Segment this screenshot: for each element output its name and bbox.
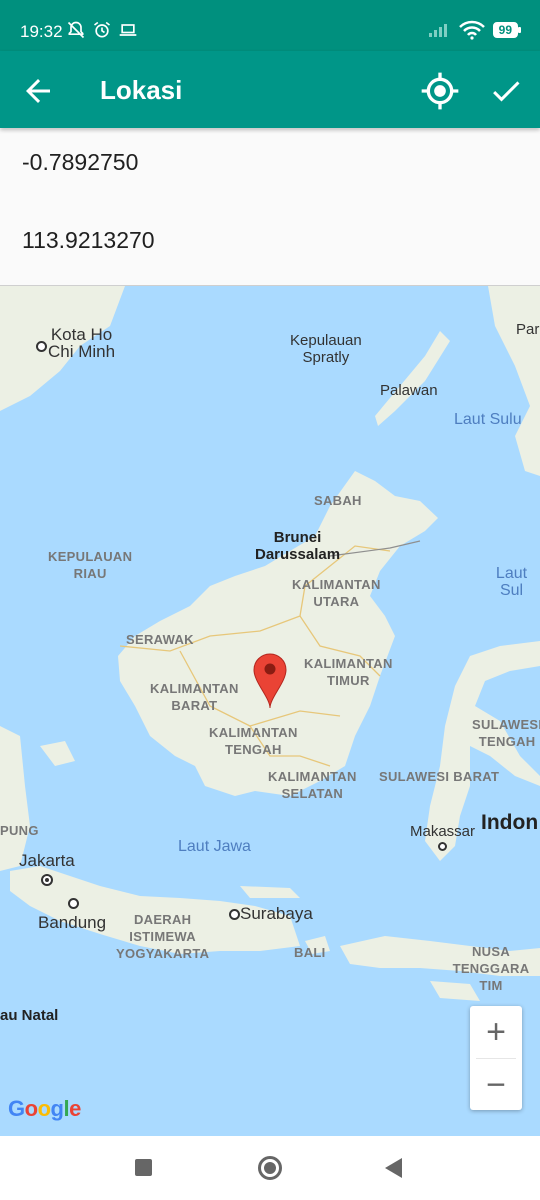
land-bangka <box>40 741 75 766</box>
label-laut-jawa: Laut Jawa <box>178 838 251 855</box>
label-laut-sulu-2: Laut Sul <box>495 565 528 599</box>
label-kalimantan-timur: KALIMANTAN TIMUR <box>304 656 393 688</box>
label-serawak: SERAWAK <box>126 632 194 647</box>
label-par: Par <box>516 321 540 338</box>
city-marker <box>438 842 447 851</box>
label-kalimantan-barat: KALIMANTAN BARAT <box>150 681 239 713</box>
longitude-field <box>0 207 540 286</box>
label-bali: BALI <box>294 945 326 960</box>
label-surabaya: Surabaya <box>240 904 313 923</box>
label-ho-chi-minh: Kota Ho Chi Minh <box>48 325 116 361</box>
back-button[interactable] <box>20 73 56 109</box>
my-location-button[interactable] <box>420 71 460 111</box>
label-sulawesi-tengah: SULAWESI TENGAH <box>472 717 540 749</box>
system-nav-bar <box>0 1136 540 1200</box>
land-madura <box>240 886 300 898</box>
label-pung: PUNG <box>0 823 39 838</box>
battery-level: 99 <box>498 23 512 37</box>
label-indonesia: Indon <box>481 811 539 834</box>
land-sumatra <box>0 726 30 871</box>
land-philippines <box>488 286 540 476</box>
zoom-control: + − <box>470 1006 522 1110</box>
label-bandung: Bandung <box>38 913 107 932</box>
label-makassar: Makassar <box>410 823 476 840</box>
label-kalimantan-utara: KALIMANTAN UTARA <box>292 577 381 609</box>
label-kalimantan-selatan: KALIMANTAN SELATAN <box>268 769 357 801</box>
label-nusa-tenggara: NUSA TENGGARA TIM <box>452 944 530 993</box>
page-title: Lokasi <box>100 75 183 105</box>
label-au-natal: au Natal <box>0 1007 59 1024</box>
alarm-icon <box>94 21 110 38</box>
label-palawan: Palawan <box>380 382 438 399</box>
city-marker <box>68 898 79 909</box>
land-palawan <box>375 331 450 426</box>
zoom-out-button[interactable]: − <box>470 1059 522 1111</box>
battery-icon: 99 <box>492 22 522 38</box>
city-marker <box>43 876 51 884</box>
label-sabah: SABAH <box>314 493 362 508</box>
wifi-icon <box>458 20 485 40</box>
map-view[interactable]: Kota Ho Chi Minh Kepulauan Spratly Palaw… <box>0 286 540 1136</box>
map-pin-icon[interactable] <box>252 652 288 710</box>
notifications-off-icon <box>67 21 85 39</box>
city-marker <box>36 341 47 352</box>
google-logo: Google <box>8 1096 81 1121</box>
home-icon[interactable] <box>258 1156 282 1180</box>
label-laut-sulu: Laut Sulu <box>454 411 522 428</box>
back-icon[interactable] <box>385 1158 402 1178</box>
label-kepulauan-riau: KEPULAUAN RIAU <box>48 549 133 581</box>
latitude-field <box>0 129 540 208</box>
signal-icon <box>428 24 447 37</box>
my-location-icon <box>421 72 459 110</box>
label-jakarta: Jakarta <box>19 851 75 870</box>
label-brunei: Brunei Darussalam <box>255 529 341 563</box>
status-bar: 19:32 99 <box>0 0 540 51</box>
confirm-button[interactable] <box>488 73 524 109</box>
recents-icon[interactable] <box>135 1159 152 1176</box>
app-bar: Lokasi <box>0 51 540 128</box>
label-kalimantan-tengah: KALIMANTAN TENGAH <box>209 725 298 757</box>
longitude-input[interactable] <box>22 227 512 254</box>
zoom-in-button[interactable]: + <box>470 1006 522 1058</box>
status-time: 19:32 <box>20 22 63 41</box>
latitude-input[interactable] <box>22 149 512 176</box>
label-yogyakarta: DAERAH ISTIMEWA YOGYAKARTA <box>116 912 210 961</box>
check-icon <box>493 81 520 102</box>
label-spratly: Kepulauan Spratly <box>290 332 362 366</box>
label-sulawesi-barat: SULAWESI BARAT <box>379 769 500 784</box>
city-marker <box>229 909 240 920</box>
laptop-icon <box>119 24 137 36</box>
arrow-back-icon <box>26 79 50 103</box>
